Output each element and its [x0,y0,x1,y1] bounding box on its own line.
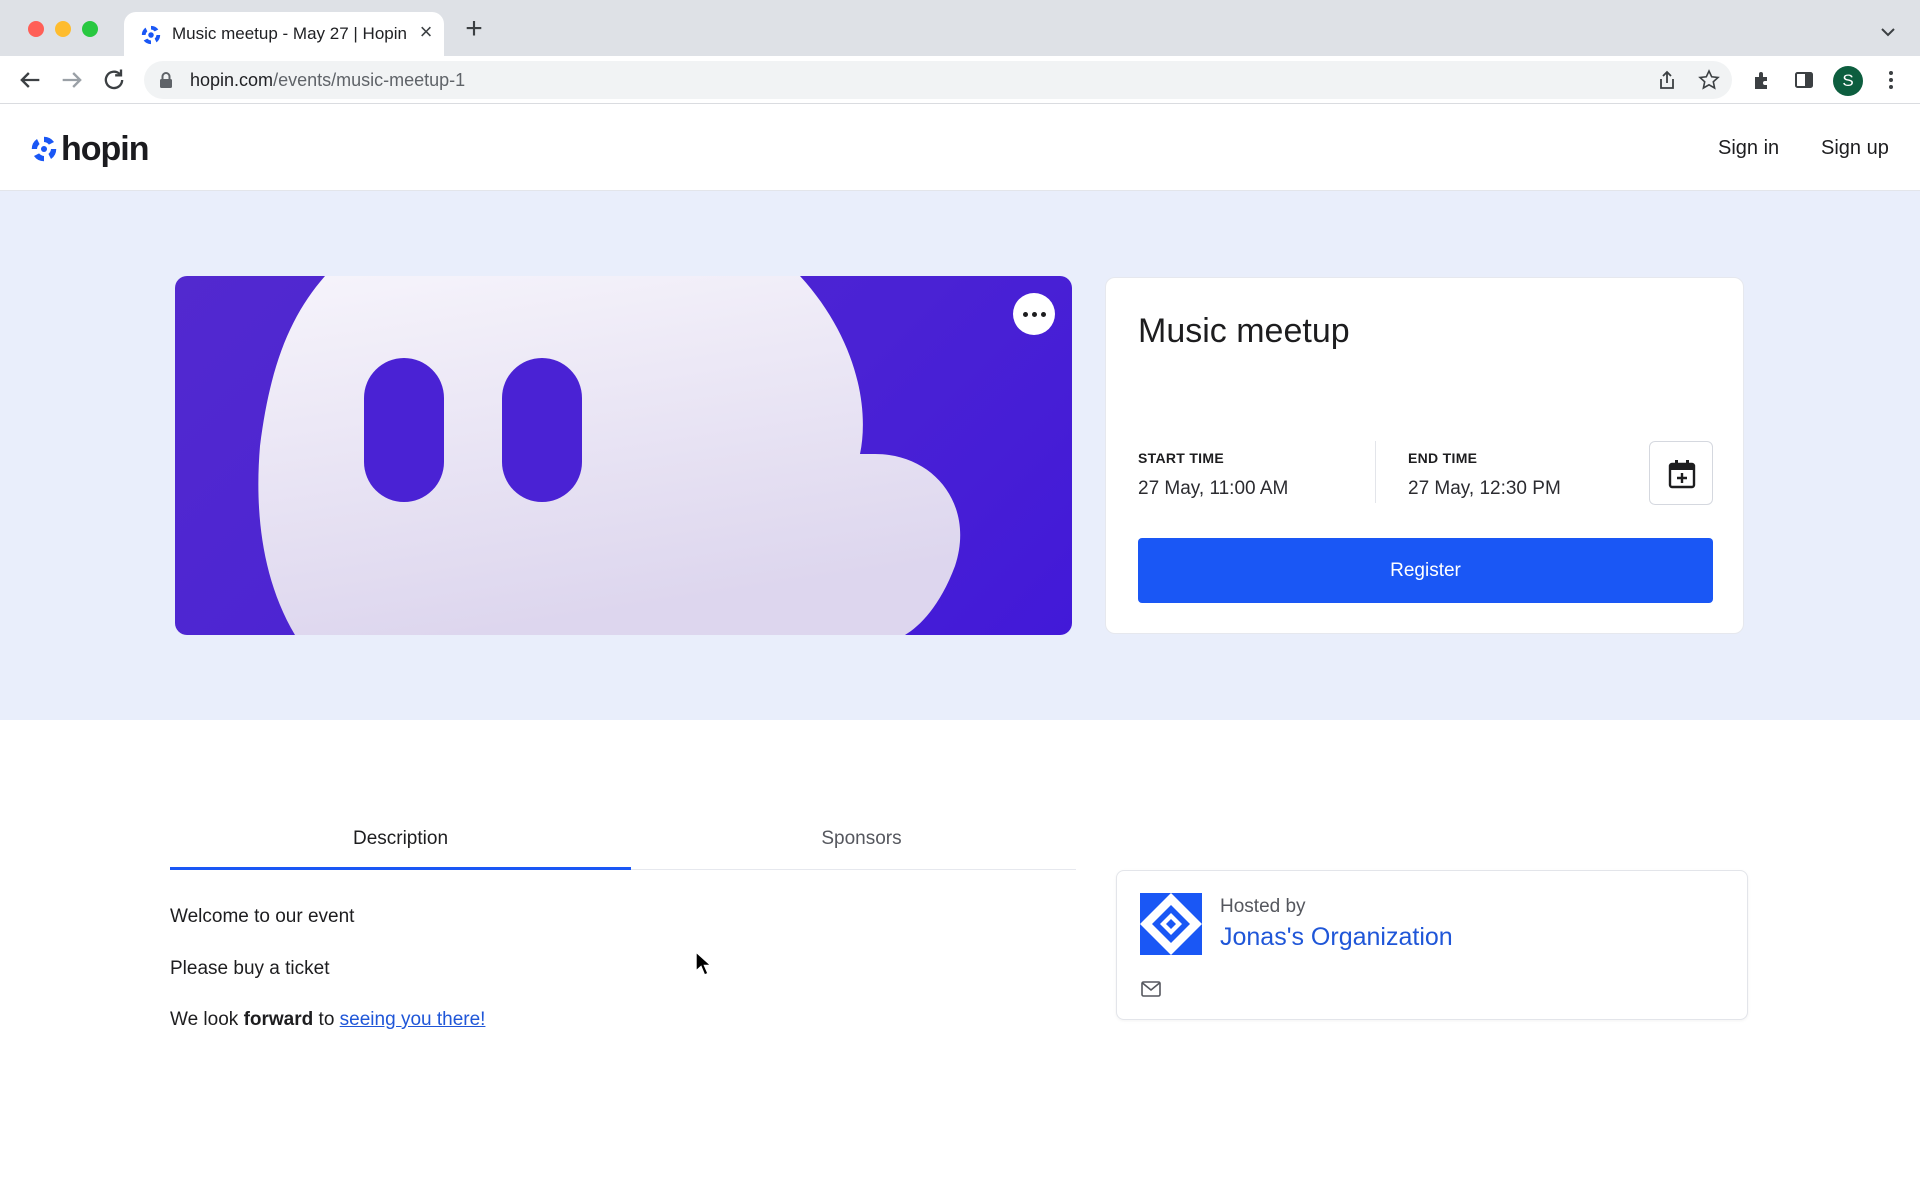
new-tab-plus-icon[interactable]: + [460,14,488,44]
banner-more-options-button[interactable] [1013,293,1055,335]
forward-arrow-icon[interactable] [58,66,86,94]
ghost-illustration [258,276,961,635]
window-minimize-button[interactable] [55,21,71,37]
description-bold-text: forward [243,1009,314,1030]
description-text: We look [170,1009,244,1030]
address-bar[interactable]: hopin.com/events/music-meetup-1 [144,61,1732,99]
mouse-cursor-icon [695,951,713,976]
start-time-value: 27 May, 11:00 AM [1138,478,1289,499]
description-line-1: Welcome to our event [170,906,355,927]
tab-close-icon[interactable]: × [414,20,438,44]
dot-icon [1022,311,1028,317]
tab-search-chevron-icon[interactable] [1876,20,1900,44]
description-line-2: Please buy a ticket [170,958,330,979]
calendar-add-icon [1668,460,1696,489]
end-time-label: END TIME [1408,450,1478,466]
tab-description[interactable]: Description [170,828,631,850]
browser-tab-active[interactable]: Music meetup - May 27 | Hopin × [124,12,444,56]
sign-in-link[interactable]: Sign in [1718,137,1779,160]
window-close-button[interactable] [28,21,44,37]
browser-tab-bar: Music meetup - May 27 | Hopin × + [0,0,1920,56]
organization-logo-icon[interactable] [1140,893,1202,955]
share-icon[interactable] [1656,69,1678,91]
event-title: Music meetup [1138,312,1350,350]
extensions-puzzle-icon[interactable] [1751,69,1773,91]
hopin-logo[interactable]: hopin [30,129,150,169]
dot-icon [1031,311,1037,317]
description-link[interactable]: seeing you there! [340,1009,486,1030]
site-header: hopin Sign in Sign up [0,105,1920,191]
browser-toolbar: hopin.com/events/music-meetup-1 S [0,56,1920,104]
url-domain: hopin.com [190,70,274,90]
hopin-logo-mark-icon [31,136,57,162]
event-banner-image [175,276,1072,635]
browser-tab-title: Music meetup - May 27 | Hopin [172,24,407,43]
hopin-favicon-icon [141,25,161,45]
tab-sponsors[interactable]: Sponsors [631,828,1092,850]
bookmark-star-icon[interactable] [1698,69,1720,91]
back-arrow-icon[interactable] [16,66,44,94]
content-tabs: Description Sponsors [170,810,1076,870]
profile-avatar[interactable]: S [1833,66,1863,96]
end-time-value: 27 May, 12:30 PM [1408,478,1561,499]
host-card: Hosted by Jonas's Organization [1116,870,1748,1020]
side-panel-icon[interactable] [1793,69,1815,91]
mail-icon[interactable] [1141,981,1161,997]
url-text: hopin.com/events/music-meetup-1 [190,70,465,91]
time-divider [1375,441,1376,503]
register-button[interactable]: Register [1138,538,1713,603]
add-to-calendar-button[interactable] [1649,441,1713,505]
reload-icon[interactable] [100,66,128,94]
window-zoom-button[interactable] [82,21,98,37]
lock-icon[interactable] [158,71,174,89]
sign-up-link[interactable]: Sign up [1821,137,1889,160]
url-path: /events/music-meetup-1 [273,70,466,90]
event-hero: Music meetup START TIME 27 May, 11:00 AM… [0,191,1920,720]
description-text: to [313,1009,340,1030]
logo-text: hopin [61,129,150,168]
browser-menu-kebab-icon[interactable] [1880,69,1902,91]
hosted-by-label: Hosted by [1220,896,1306,917]
description-line-3: We look forward to seeing you there! [170,1009,485,1031]
dot-icon [1040,311,1046,317]
start-time-label: START TIME [1138,450,1224,466]
active-tab-indicator [170,867,631,870]
host-organization-link[interactable]: Jonas's Organization [1220,923,1453,952]
event-details-card: Music meetup START TIME 27 May, 11:00 AM… [1105,277,1744,634]
